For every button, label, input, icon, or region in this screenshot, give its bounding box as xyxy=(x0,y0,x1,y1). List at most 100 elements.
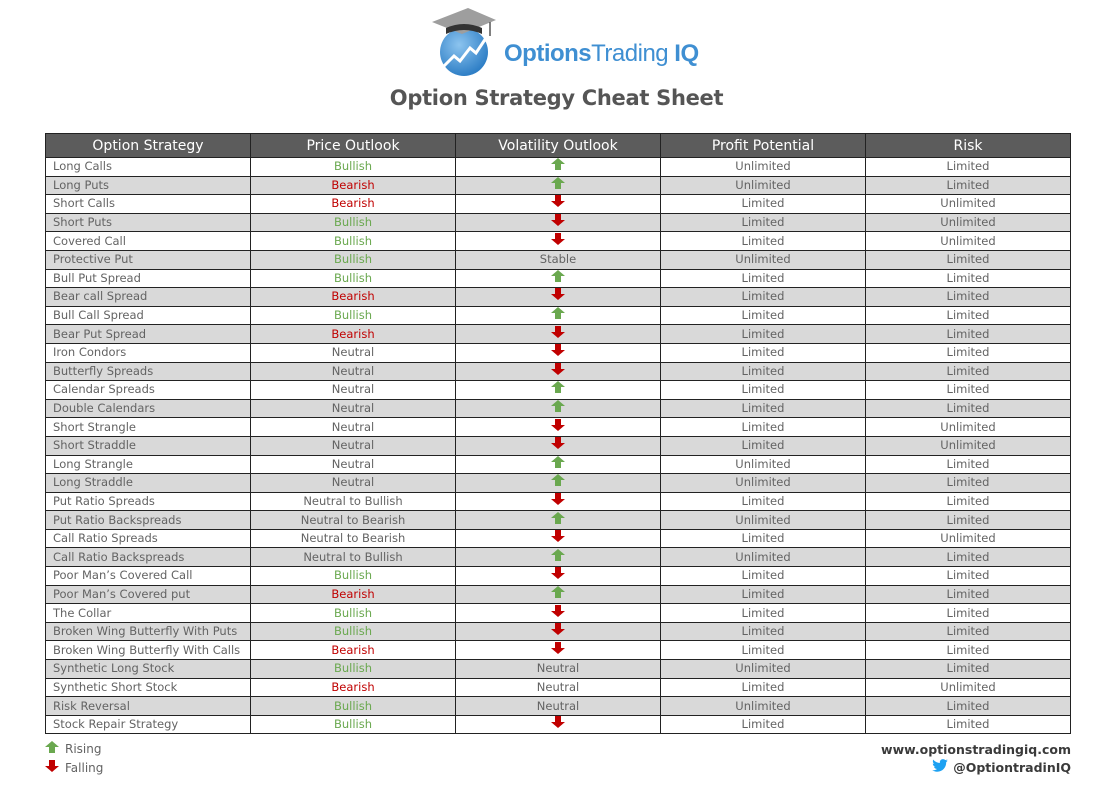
table-row: Bull Call Spread Bullish Limited Limited xyxy=(45,305,1071,326)
cell-volatility xyxy=(455,528,661,549)
twitter-bird-icon xyxy=(932,759,948,775)
table-row: Synthetic Long Stock Bullish Neutral Unlimi… xyxy=(45,659,1071,679)
cell-price-outlook: Bullish xyxy=(250,603,456,623)
cell-strategy: Covered Call xyxy=(45,231,251,251)
cell-profit-potential: Limited xyxy=(660,287,866,307)
cell-profit-potential: Unlimited xyxy=(660,249,866,270)
arrow-down-icon xyxy=(551,530,565,547)
cell-profit-potential: Limited xyxy=(660,342,866,363)
cell-risk: Limited xyxy=(865,324,1071,344)
cell-strategy: Put Ratio Backspreads xyxy=(45,510,251,530)
arrow-down-icon xyxy=(551,344,565,361)
cell-price-outlook: Neutral to Bullish xyxy=(250,491,456,512)
cell-risk: Unlimited xyxy=(865,677,1071,698)
table-row: Long Straddle Neutral Unlimited Limited xyxy=(45,473,1071,493)
cell-price-outlook: Bullish xyxy=(250,268,456,289)
arrow-up-icon xyxy=(551,455,565,473)
cell-risk: Limited xyxy=(865,268,1071,289)
arrow-up-icon xyxy=(551,307,565,324)
table-row: Put Ratio Spreads Neutral to Bullish Limit… xyxy=(45,491,1071,512)
column-header-profit-potential: Profit Potential xyxy=(660,133,866,158)
cell-strategy: Protective Put xyxy=(45,249,251,270)
cell-strategy: Risk Reversal xyxy=(45,696,251,716)
table-row: Long Calls Bullish Unlimited Limited xyxy=(45,157,1071,177)
cell-profit-potential: Limited xyxy=(660,231,866,251)
arrow-down-icon xyxy=(551,604,565,622)
cell-profit-potential: Limited xyxy=(660,361,866,382)
table-row: Put Ratio Backspreads Neutral to Bearish U… xyxy=(45,510,1071,530)
website-text[interactable]: www.optionstradingiq.com xyxy=(881,742,1071,757)
cell-profit-potential: Limited xyxy=(660,677,866,698)
cell-profit-potential: Limited xyxy=(660,621,866,642)
cell-volatility: Neutral xyxy=(455,696,661,716)
cell-price-outlook: Bullish xyxy=(250,231,456,251)
cell-risk: Limited xyxy=(865,621,1071,642)
table-row: Short Calls Bearish Limited Unlimited xyxy=(45,194,1071,214)
cell-price-outlook: Neutral xyxy=(250,398,456,419)
cell-strategy: Call Ratio Backspreads xyxy=(45,547,251,568)
cell-strategy: Bear Put Spread xyxy=(45,324,251,344)
cell-profit-potential: Limited xyxy=(660,435,866,456)
cell-strategy: Poor Man’s Covered Call xyxy=(45,566,251,586)
cell-price-outlook: Bearish xyxy=(250,584,456,605)
cell-strategy: Poor Man’s Covered put xyxy=(45,584,251,605)
cell-price-outlook: Neutral xyxy=(250,342,456,363)
cell-profit-potential: Limited xyxy=(660,268,866,289)
table-row: Stock Repair Strategy Bullish Limited Limit… xyxy=(45,714,1071,735)
cell-strategy: Butterfly Spreads xyxy=(45,361,251,382)
arrow-down-icon xyxy=(551,232,565,250)
cell-strategy: Short Strangle xyxy=(45,417,251,437)
cell-risk: Limited xyxy=(865,398,1071,419)
twitter-link[interactable]: @OptiontradinIQ xyxy=(881,758,1071,776)
cell-risk: Unlimited xyxy=(865,212,1071,233)
cell-volatility xyxy=(455,361,661,382)
table-row: Long Puts Bearish Unlimited Limited xyxy=(45,175,1071,196)
website-link[interactable]: www.optionstradingiq.com xyxy=(881,740,1071,758)
cell-volatility xyxy=(455,212,661,233)
cell-volatility xyxy=(455,175,661,196)
cell-price-outlook: Bearish xyxy=(250,175,456,196)
cell-strategy: Bear call Spread xyxy=(45,287,251,307)
cell-price-outlook: Bullish xyxy=(250,305,456,326)
cell-profit-potential: Unlimited xyxy=(660,547,866,568)
cell-volatility xyxy=(455,305,661,326)
cell-price-outlook: Neutral xyxy=(250,417,456,437)
cell-volatility xyxy=(455,510,661,530)
arrow-up-icon xyxy=(45,741,59,756)
cell-profit-potential: Limited xyxy=(660,398,866,419)
legend-label-falling: Falling xyxy=(65,760,104,775)
cell-profit-potential: Limited xyxy=(660,305,866,326)
table-row: Double Calendars Neutral Limited Limited xyxy=(45,398,1071,419)
cell-volatility xyxy=(455,157,661,177)
cell-strategy: Calendar Spreads xyxy=(45,380,251,400)
cell-profit-potential: Limited xyxy=(660,640,866,661)
arrow-down-icon xyxy=(551,437,565,454)
arrow-down-icon xyxy=(551,493,565,510)
arrow-up-icon xyxy=(551,270,565,287)
table-row: Bull Put Spread Bullish Limited Limited xyxy=(45,268,1071,289)
cell-profit-potential: Limited xyxy=(660,491,866,512)
cell-volatility xyxy=(455,566,661,586)
cell-risk: Limited xyxy=(865,249,1071,270)
twitter-handle[interactable]: @OptiontradinIQ xyxy=(953,760,1071,775)
cell-profit-potential: Limited xyxy=(660,212,866,233)
cell-risk: Limited xyxy=(865,305,1071,326)
arrow-up-icon xyxy=(551,511,565,529)
cell-price-outlook: Neutral to Bearish xyxy=(250,528,456,549)
cell-volatility xyxy=(455,473,661,493)
arrow-up-icon xyxy=(551,586,565,603)
arrow-down-icon xyxy=(551,195,565,213)
cell-risk: Limited xyxy=(865,380,1071,400)
column-header-risk: Risk xyxy=(865,133,1071,158)
table-row: Broken Wing Butterfly With Puts Bullish Li… xyxy=(45,621,1071,642)
cell-risk: Unlimited xyxy=(865,231,1071,251)
cell-volatility xyxy=(455,342,661,363)
cell-volatility xyxy=(455,287,661,307)
cell-volatility xyxy=(455,380,661,400)
brand-name-options: Options xyxy=(504,40,592,67)
arrow-down-icon xyxy=(45,760,59,775)
arrow-up-icon xyxy=(551,158,565,175)
cell-volatility xyxy=(455,454,661,475)
arrow-down-icon xyxy=(551,641,565,659)
arrow-up-icon xyxy=(551,381,565,399)
